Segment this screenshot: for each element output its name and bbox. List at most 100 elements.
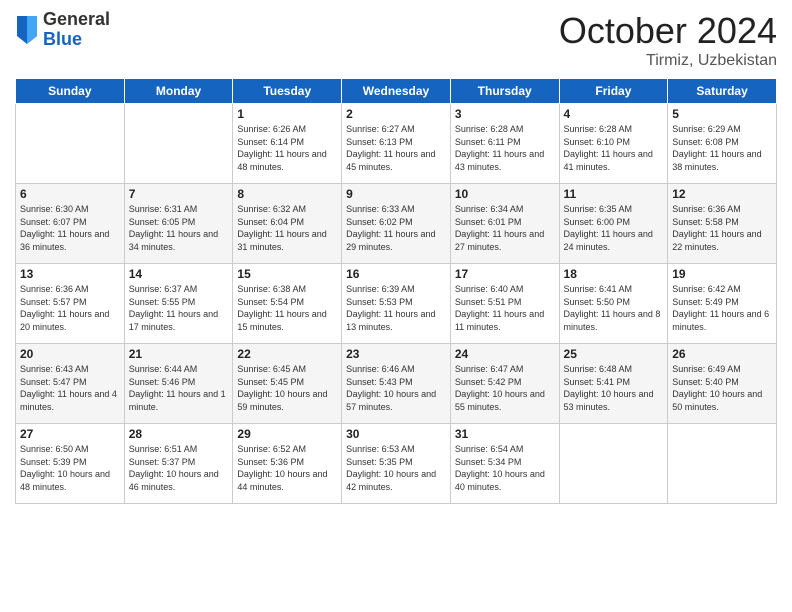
col-friday: Friday xyxy=(559,79,668,104)
col-wednesday: Wednesday xyxy=(342,79,451,104)
day-number: 22 xyxy=(237,347,337,361)
calendar-cell: 7 Sunrise: 6:31 AM Sunset: 6:05 PM Daylig… xyxy=(124,184,233,264)
day-number: 9 xyxy=(346,187,446,201)
day-info: Sunrise: 6:37 AM Sunset: 5:55 PM Dayligh… xyxy=(129,283,229,333)
calendar-cell: 12Sunrise: 6:36 AM Sunset: 5:58 PM Dayli… xyxy=(668,184,777,264)
day-number: 19 xyxy=(672,267,772,281)
day-number: 7 xyxy=(129,187,229,201)
day-number: 30 xyxy=(346,427,446,441)
calendar-cell: 20Sunrise: 6:43 AM Sunset: 5:47 PM Dayli… xyxy=(16,344,125,424)
calendar-cell: 15 Sunrise: 6:38 AM Sunset: 5:54 PM Dayli… xyxy=(233,264,342,344)
day-number: 18 xyxy=(564,267,664,281)
calendar-cell: 5Sunrise: 6:29 AM Sunset: 6:08 PM Daylig… xyxy=(668,104,777,184)
day-info: Sunrise: 6:42 AM Sunset: 5:49 PM Dayligh… xyxy=(672,283,772,333)
day-number: 2 xyxy=(346,107,446,121)
calendar-cell: 9 Sunrise: 6:33 AM Sunset: 6:02 PM Daylig… xyxy=(342,184,451,264)
week-row-1: 6 Sunrise: 6:30 AM Sunset: 6:07 PM Daylig… xyxy=(16,184,777,264)
calendar-cell: 1Sunrise: 6:26 AM Sunset: 6:14 PM Daylig… xyxy=(233,104,342,184)
calendar-cell xyxy=(16,104,125,184)
day-info: Sunrise: 6:53 AM Sunset: 5:35 PM Dayligh… xyxy=(346,443,446,493)
calendar-cell: 6 Sunrise: 6:30 AM Sunset: 6:07 PM Daylig… xyxy=(16,184,125,264)
day-info: Sunrise: 6:36 AM Sunset: 5:58 PM Dayligh… xyxy=(672,203,772,253)
week-row-0: 1Sunrise: 6:26 AM Sunset: 6:14 PM Daylig… xyxy=(16,104,777,184)
day-info: Sunrise: 6:32 AM Sunset: 6:04 PM Dayligh… xyxy=(237,203,337,253)
logo-icon xyxy=(17,16,37,44)
day-number: 11 xyxy=(564,187,664,201)
logo-general: General xyxy=(43,10,110,30)
week-row-2: 13 Sunrise: 6:36 AM Sunset: 5:57 PM Dayli… xyxy=(16,264,777,344)
day-info: Sunrise: 6:31 AM Sunset: 6:05 PM Dayligh… xyxy=(129,203,229,253)
calendar-cell: 28Sunrise: 6:51 AM Sunset: 5:37 PM Dayli… xyxy=(124,424,233,504)
day-info: Sunrise: 6:28 AM Sunset: 6:11 PM Dayligh… xyxy=(455,123,555,173)
header: General Blue October 2024 Tirmiz, Uzbeki… xyxy=(15,10,777,70)
week-row-3: 20Sunrise: 6:43 AM Sunset: 5:47 PM Dayli… xyxy=(16,344,777,424)
calendar-header-row: Sunday Monday Tuesday Wednesday Thursday… xyxy=(16,79,777,104)
day-info: Sunrise: 6:36 AM Sunset: 5:57 PM Dayligh… xyxy=(20,283,120,333)
col-tuesday: Tuesday xyxy=(233,79,342,104)
day-number: 4 xyxy=(564,107,664,121)
day-info: Sunrise: 6:33 AM Sunset: 6:02 PM Dayligh… xyxy=(346,203,446,253)
calendar-cell: 19 Sunrise: 6:42 AM Sunset: 5:49 PM Dayli… xyxy=(668,264,777,344)
calendar-cell: 16 Sunrise: 6:39 AM Sunset: 5:53 PM Dayli… xyxy=(342,264,451,344)
day-info: Sunrise: 6:46 AM Sunset: 5:43 PM Dayligh… xyxy=(346,363,446,413)
calendar-cell: 13 Sunrise: 6:36 AM Sunset: 5:57 PM Dayli… xyxy=(16,264,125,344)
day-number: 8 xyxy=(237,187,337,201)
day-number: 31 xyxy=(455,427,555,441)
calendar-cell: 18 Sunrise: 6:41 AM Sunset: 5:50 PM Dayli… xyxy=(559,264,668,344)
calendar-cell: 11 Sunrise: 6:35 AM Sunset: 6:00 PM Dayli… xyxy=(559,184,668,264)
day-info: Sunrise: 6:52 AM Sunset: 5:36 PM Dayligh… xyxy=(237,443,337,493)
day-number: 17 xyxy=(455,267,555,281)
logo-blue: Blue xyxy=(43,30,110,50)
day-number: 5 xyxy=(672,107,772,121)
page: General Blue October 2024 Tirmiz, Uzbeki… xyxy=(0,0,792,612)
day-info: Sunrise: 6:38 AM Sunset: 5:54 PM Dayligh… xyxy=(237,283,337,333)
day-number: 3 xyxy=(455,107,555,121)
day-number: 26 xyxy=(672,347,772,361)
calendar-cell: 23 Sunrise: 6:46 AM Sunset: 5:43 PM Dayli… xyxy=(342,344,451,424)
day-number: 13 xyxy=(20,267,120,281)
day-info: Sunrise: 6:34 AM Sunset: 6:01 PM Dayligh… xyxy=(455,203,555,253)
logo-text: General Blue xyxy=(43,10,110,50)
logo: General Blue xyxy=(15,10,110,50)
calendar-cell: 4 Sunrise: 6:28 AM Sunset: 6:10 PM Daylig… xyxy=(559,104,668,184)
day-info: Sunrise: 6:44 AM Sunset: 5:46 PM Dayligh… xyxy=(129,363,229,413)
day-info: Sunrise: 6:26 AM Sunset: 6:14 PM Dayligh… xyxy=(237,123,337,173)
day-number: 10 xyxy=(455,187,555,201)
day-info: Sunrise: 6:40 AM Sunset: 5:51 PM Dayligh… xyxy=(455,283,555,333)
calendar-cell: 17 Sunrise: 6:40 AM Sunset: 5:51 PM Dayli… xyxy=(450,264,559,344)
day-info: Sunrise: 6:35 AM Sunset: 6:00 PM Dayligh… xyxy=(564,203,664,253)
calendar-cell xyxy=(559,424,668,504)
calendar-cell: 26Sunrise: 6:49 AM Sunset: 5:40 PM Dayli… xyxy=(668,344,777,424)
calendar-cell xyxy=(668,424,777,504)
day-info: Sunrise: 6:28 AM Sunset: 6:10 PM Dayligh… xyxy=(564,123,664,173)
calendar-cell: 8 Sunrise: 6:32 AM Sunset: 6:04 PM Daylig… xyxy=(233,184,342,264)
day-number: 6 xyxy=(20,187,120,201)
day-number: 21 xyxy=(129,347,229,361)
calendar-cell xyxy=(124,104,233,184)
day-number: 25 xyxy=(564,347,664,361)
calendar-cell: 24 Sunrise: 6:47 AM Sunset: 5:42 PM Dayli… xyxy=(450,344,559,424)
calendar-cell: 31Sunrise: 6:54 AM Sunset: 5:34 PM Dayli… xyxy=(450,424,559,504)
calendar-cell: 27 Sunrise: 6:50 AM Sunset: 5:39 PM Dayli… xyxy=(16,424,125,504)
calendar-cell: 2Sunrise: 6:27 AM Sunset: 6:13 PM Daylig… xyxy=(342,104,451,184)
calendar-cell: 10 Sunrise: 6:34 AM Sunset: 6:01 PM Dayli… xyxy=(450,184,559,264)
day-number: 23 xyxy=(346,347,446,361)
day-info: Sunrise: 6:45 AM Sunset: 5:45 PM Dayligh… xyxy=(237,363,337,413)
day-info: Sunrise: 6:30 AM Sunset: 6:07 PM Dayligh… xyxy=(20,203,120,253)
day-number: 27 xyxy=(20,427,120,441)
day-info: Sunrise: 6:41 AM Sunset: 5:50 PM Dayligh… xyxy=(564,283,664,333)
calendar-cell: 29 Sunrise: 6:52 AM Sunset: 5:36 PM Dayli… xyxy=(233,424,342,504)
col-sunday: Sunday xyxy=(16,79,125,104)
calendar-table: Sunday Monday Tuesday Wednesday Thursday… xyxy=(15,78,777,504)
day-info: Sunrise: 6:47 AM Sunset: 5:42 PM Dayligh… xyxy=(455,363,555,413)
title-block: October 2024 Tirmiz, Uzbekistan xyxy=(559,10,777,70)
day-info: Sunrise: 6:50 AM Sunset: 5:39 PM Dayligh… xyxy=(20,443,120,493)
day-number: 24 xyxy=(455,347,555,361)
day-info: Sunrise: 6:39 AM Sunset: 5:53 PM Dayligh… xyxy=(346,283,446,333)
calendar-cell: 14Sunrise: 6:37 AM Sunset: 5:55 PM Dayli… xyxy=(124,264,233,344)
col-thursday: Thursday xyxy=(450,79,559,104)
day-number: 29 xyxy=(237,427,337,441)
day-number: 15 xyxy=(237,267,337,281)
calendar-cell: 21 Sunrise: 6:44 AM Sunset: 5:46 PM Dayli… xyxy=(124,344,233,424)
day-number: 16 xyxy=(346,267,446,281)
